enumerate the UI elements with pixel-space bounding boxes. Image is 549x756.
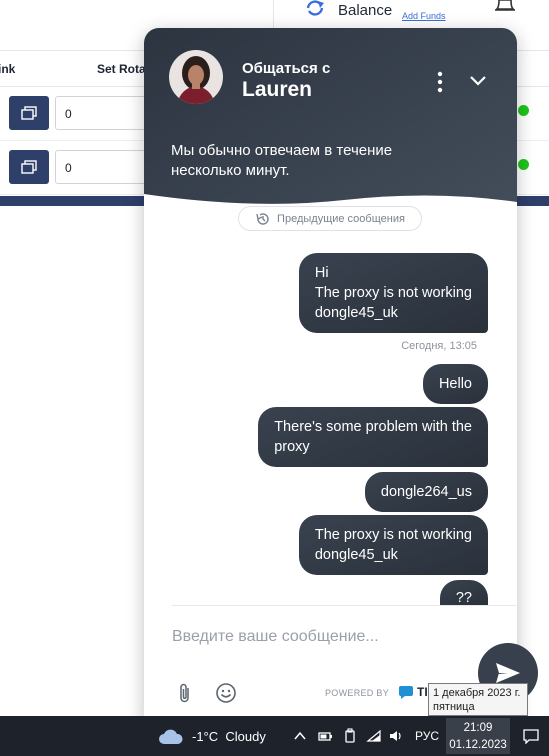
- chat-message: The proxy is not working dongle45_uk: [298, 515, 488, 575]
- previous-messages-label: Предыдущие сообщения: [277, 212, 405, 225]
- reply-time-note: Мы обычно отвечаем в течение несколько м…: [171, 142, 393, 179]
- rotation-input[interactable]: 0: [55, 150, 155, 184]
- clock[interactable]: 21:09 01.12.2023: [446, 718, 510, 754]
- message-input[interactable]: Введите ваше сообщение...: [172, 628, 379, 646]
- message-timestamp: Сегодня, 13:05: [401, 340, 477, 352]
- notifications-icon[interactable]: [522, 728, 540, 744]
- balance-label: Balance: [338, 2, 393, 19]
- column-link-header: ink: [0, 62, 16, 76]
- date-tooltip: 1 декабря 2023 г. пятница: [428, 683, 528, 716]
- windows-taskbar: -1°C Cloudy РУС 21:09 01.12.2023: [0, 716, 549, 756]
- tooltip-date: 1 декабря 2023 г.: [433, 687, 521, 699]
- minimize-chevron-icon[interactable]: [468, 74, 488, 88]
- copy-icon: [21, 106, 37, 120]
- status-dot: [518, 105, 529, 116]
- weather-text[interactable]: -1°C Cloudy: [192, 729, 266, 744]
- brand-name[interactable]: TI: [417, 685, 428, 699]
- brand-logo-icon[interactable]: [398, 684, 414, 700]
- add-funds-link[interactable]: Add Funds: [402, 11, 446, 21]
- chat-message: There's some problem with the proxy: [258, 407, 488, 467]
- volume-icon[interactable]: [388, 728, 404, 744]
- battery-icon[interactable]: [317, 728, 333, 744]
- agent-name: Lauren: [242, 78, 313, 101]
- refresh-icon[interactable]: [304, 0, 326, 16]
- rotation-input[interactable]: 0: [55, 96, 155, 130]
- copy-button[interactable]: [9, 150, 49, 184]
- wifi-icon[interactable]: [366, 728, 382, 744]
- powered-by-label: POWERED BY: [325, 688, 390, 698]
- history-icon: [256, 212, 269, 225]
- bell-icon[interactable]: [492, 0, 518, 14]
- attach-file-icon[interactable]: [177, 682, 193, 704]
- composer-divider: [172, 605, 516, 606]
- chat-message: Hi The proxy is not working dongle45_uk: [298, 253, 488, 333]
- chat-talk-with-label: Общаться с: [242, 60, 331, 77]
- usb-device-icon[interactable]: [342, 728, 358, 744]
- chat-header: Общаться с Lauren Мы обычно отвечаем в т…: [144, 28, 517, 213]
- column-set-rotation-header: Set Rota: [97, 62, 146, 76]
- language-indicator[interactable]: РУС: [415, 729, 439, 743]
- chat-message: ??: [439, 580, 488, 605]
- emoji-icon[interactable]: [215, 682, 237, 704]
- show-hidden-icons-chevron-icon[interactable]: [293, 729, 307, 743]
- previous-messages-button[interactable]: Предыдущие сообщения: [238, 206, 422, 231]
- tooltip-weekday: пятница: [433, 701, 475, 713]
- clock-time: 21:09: [463, 722, 493, 734]
- status-dot: [518, 159, 529, 170]
- copy-button[interactable]: [9, 96, 49, 130]
- agent-avatar: [169, 50, 223, 104]
- chat-widget: Общаться с Lauren Мы обычно отвечаем в т…: [144, 28, 517, 728]
- chat-message: dongle264_us: [364, 472, 488, 512]
- clock-date: 01.12.2023: [449, 739, 507, 751]
- cloud-icon[interactable]: [158, 728, 184, 746]
- send-icon: [496, 663, 520, 683]
- more-options-icon[interactable]: [435, 71, 445, 93]
- copy-icon: [21, 160, 37, 174]
- chat-message: Hello: [422, 364, 488, 404]
